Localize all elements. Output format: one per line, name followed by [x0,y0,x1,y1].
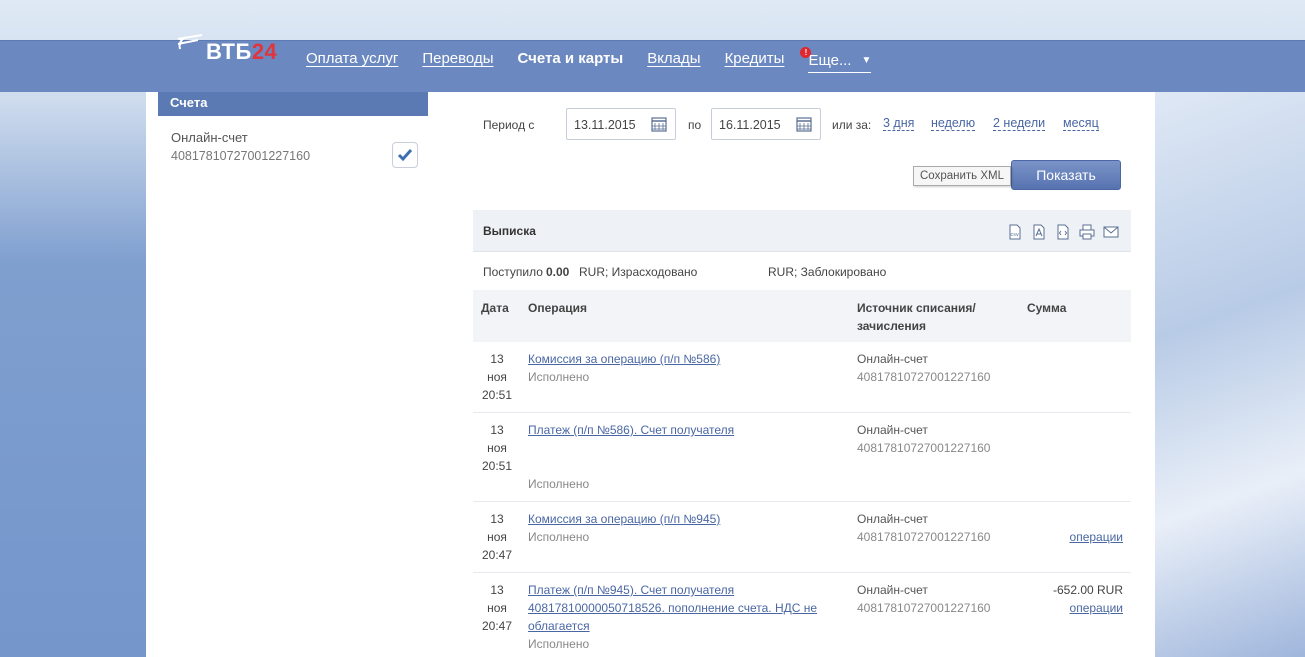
statement-title: Выписка [483,224,536,238]
table-row[interactable]: 13 ноя 20:47 Комиссия за операцию (п/п №… [473,502,1131,573]
pdf-icon[interactable] [1031,224,1047,240]
spent-currency: RUR; Заблокировано [768,265,887,279]
column-source: Источник списания/ зачисления [857,301,976,333]
period-filter: Период с 13.11.2015 по 16.11.2015 или за… [483,108,1143,140]
csv-icon[interactable]: csv [1007,224,1023,240]
nav-item-credits[interactable]: Кредиты [725,50,785,70]
main-nav: Оплата услуг Переводы Счета и карты Вкла… [306,47,872,73]
table-row[interactable]: 13 ноя 20:47 Платеж (п/п №945). Счет пол… [473,573,1131,657]
received-label: Поступило [483,265,543,279]
row-operation: Платеж (п/п №945). Счет получателя 40817… [528,581,838,653]
operation-status: Исполнено [528,370,590,384]
quick-2-weeks[interactable]: 2 недели [993,116,1046,131]
account-number: 40817810727001227160 [171,149,311,163]
nav-item-accounts-cards[interactable]: Счета и карты [517,50,623,70]
operation-link[interactable]: Платеж (п/п №945). Счет получателя 40817… [528,583,817,633]
export-toolbar: csv [1007,224,1119,240]
mail-icon[interactable] [1103,224,1119,240]
nav-item-payments[interactable]: Оплата услуг [306,50,398,70]
account-checkbox[interactable] [392,142,418,168]
row-source: Онлайн-счет 40817810727001227160 [857,512,991,544]
date-from-value: 13.11.2015 [574,118,636,132]
amount-value: -652.00 RUR [1052,583,1123,597]
row-amount: -652.00 RUR операции [1053,581,1123,617]
save-xml-tooltip: Сохранить XML [913,166,1011,186]
table-row[interactable]: 13 ноя 20:51 Платеж (п/п №586). Счет пол… [473,413,1131,502]
date-from-field[interactable]: 13.11.2015 [566,108,676,140]
account-name: Онлайн-счет [171,130,248,145]
nav-more-dropdown[interactable]: ! Еще... ▼ [800,47,872,73]
operation-status: Исполнено [528,530,590,544]
column-date: Дата [481,301,509,315]
operation-link[interactable]: Комиссия за операцию (п/п №945) [528,512,720,526]
xml-icon[interactable] [1055,224,1071,240]
statement-panel: Выписка csv Поступило 0.00 RUR; Израсход… [473,210,1131,657]
row-date: 13 ноя 20:51 [481,423,513,473]
quick-month[interactable]: месяц [1063,116,1099,131]
row-amount: операции [1070,510,1123,546]
nav-item-transfers[interactable]: Переводы [422,50,493,70]
period-from-label: Период с [483,118,535,132]
sidebar-account[interactable]: Онлайн-счет 40817810727001227160 [171,130,310,163]
date-to-value: 16.11.2015 [719,118,781,132]
vtb24-logo[interactable]: ВТБ24 [176,33,286,65]
svg-text:csv: csv [1011,232,1019,238]
row-date: 13 ноя 20:51 [481,352,513,402]
row-date: 13 ноя 20:47 [481,583,513,633]
row-operation: Комиссия за операцию (п/п №586) Исполнен… [528,350,838,386]
chevron-down-icon: ▼ [861,54,872,66]
row-date: 13 ноя 20:47 [481,512,513,562]
nav-item-deposits[interactable]: Вклады [647,50,700,70]
or-label: или за: [832,118,872,132]
operation-status: Исполнено [528,477,590,491]
calendar-icon[interactable] [651,116,667,132]
operation-details-link[interactable]: операции [1070,601,1123,615]
operation-link[interactable]: Платеж (п/п №586). Счет получателя [528,423,734,437]
operation-status: Исполнено [528,637,590,651]
date-to-field[interactable]: 16.11.2015 [711,108,821,140]
quick-3-days[interactable]: 3 дня [883,116,915,131]
nav-more-label: Еще... [808,51,852,69]
calendar-icon[interactable] [796,116,812,132]
checkmark-icon [397,149,413,162]
column-operation: Операция [528,301,588,315]
print-icon[interactable] [1079,224,1095,240]
operation-details-link[interactable]: операции [1070,530,1123,544]
to-label: по [688,118,702,132]
table-row[interactable]: 13 ноя 20:51 Комиссия за операцию (п/п №… [473,342,1131,413]
sidebar-title: Счета [158,92,428,116]
row-source: Онлайн-счет 40817810727001227160 [857,583,991,615]
background-decoration [1155,92,1305,657]
row-source: Онлайн-счет 40817810727001227160 [857,352,991,384]
operation-link[interactable]: Комиссия за операцию (п/п №586) [528,352,720,366]
row-operation: Комиссия за операцию (п/п №945) Исполнен… [528,510,838,546]
received-currency: RUR; Израсходовано [579,265,698,279]
statement-summary: Поступило 0.00 RUR; Израсходовано RUR; З… [473,252,1131,290]
row-operation: Платеж (п/п №586). Счет получателя Испол… [528,421,838,493]
column-amount: Сумма [1027,301,1067,315]
table-header: Дата Операция Источник списания/ зачисле… [473,290,1131,342]
row-source: Онлайн-счет 40817810727001227160 [857,423,991,455]
quick-week[interactable]: неделю [931,116,976,131]
logo-swoosh-icon [177,34,203,50]
show-button[interactable]: Показать [1011,160,1121,190]
statement-header: Выписка csv [473,210,1131,252]
logo-number: 24 [251,39,278,64]
logo-text: ВТБ [206,39,252,64]
received-value: 0.00 [546,265,570,279]
